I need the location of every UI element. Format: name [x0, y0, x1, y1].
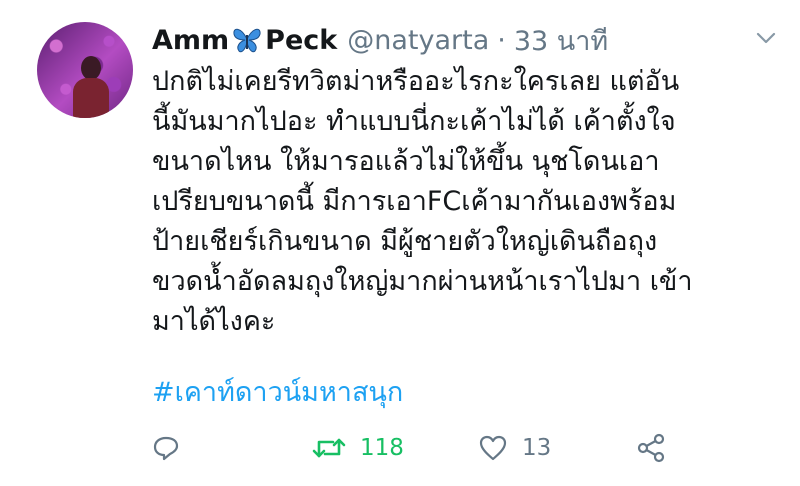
user-handle[interactable]: @natyarta: [347, 25, 489, 56]
avatar-person-head: [81, 56, 101, 80]
separator-dot: ·: [497, 24, 506, 56]
tweet-text-line: ปกติไม่เคยรีทวิตม่าหรืออะไรกะใครเลย แต่อ…: [152, 66, 680, 97]
hashtag-link[interactable]: #เคาท์ดาวน์มหาสนุก: [152, 370, 403, 413]
tweet-text-line: มาได้ไงคะ: [152, 306, 276, 337]
chevron-down-icon[interactable]: [754, 28, 778, 48]
avatar-person-body: [73, 78, 109, 118]
like-count: 13: [522, 435, 552, 461]
avatar[interactable]: [37, 22, 133, 118]
like-button[interactable]: 13: [478, 428, 551, 468]
timestamp[interactable]: 33 นาที: [514, 19, 608, 62]
display-name-part1: Amm: [152, 24, 230, 56]
tweet-text-line: เปรียบขนาดนี้ มีการเอาFCเค้ามากันเองพร้อ…: [152, 186, 677, 217]
reply-button[interactable]: [152, 428, 180, 468]
reply-icon: [153, 436, 179, 461]
retweet-icon: [312, 438, 346, 458]
share-button[interactable]: [636, 428, 666, 468]
heart-icon: [479, 435, 507, 461]
tweet-actions: 118 13: [152, 428, 772, 468]
retweet-count: 118: [360, 435, 404, 461]
retweet-button[interactable]: 118: [312, 428, 404, 468]
tweet-text-line: ขนาดไหน ให้มารอแล้วไม่ให้ขึ้น นุชโดนเอา: [152, 146, 660, 177]
tweet-text: ปกติไม่เคยรีทวิตม่าหรืออะไรกะใครเลย แต่อ…: [152, 62, 782, 342]
display-name[interactable]: Amm Peck: [152, 25, 337, 56]
tweet-text-line: ขวดน้ำอัดลมถุงใหญ่มากผ่านหน้าเราไปมา เข้…: [152, 266, 693, 297]
tweet-text-line: ป้ายเชียร์เกินขนาด มีผู้ชายตัวใหญ่เดินถื…: [152, 226, 658, 257]
tweet-header: Amm Peck @natyarta · 33 นาที: [152, 20, 608, 60]
tweet-card[interactable]: Amm Peck @natyarta · 33 นาที ปกติไม่เคยร…: [0, 0, 800, 486]
share-icon: [637, 433, 665, 463]
tweet-text-line: นี้มันมากไปอะ ทำแบบนี่กะเค้าไม่ได้ เค้าต…: [152, 106, 676, 137]
display-name-part2: Peck: [265, 24, 338, 56]
butterfly-icon: [233, 28, 261, 53]
